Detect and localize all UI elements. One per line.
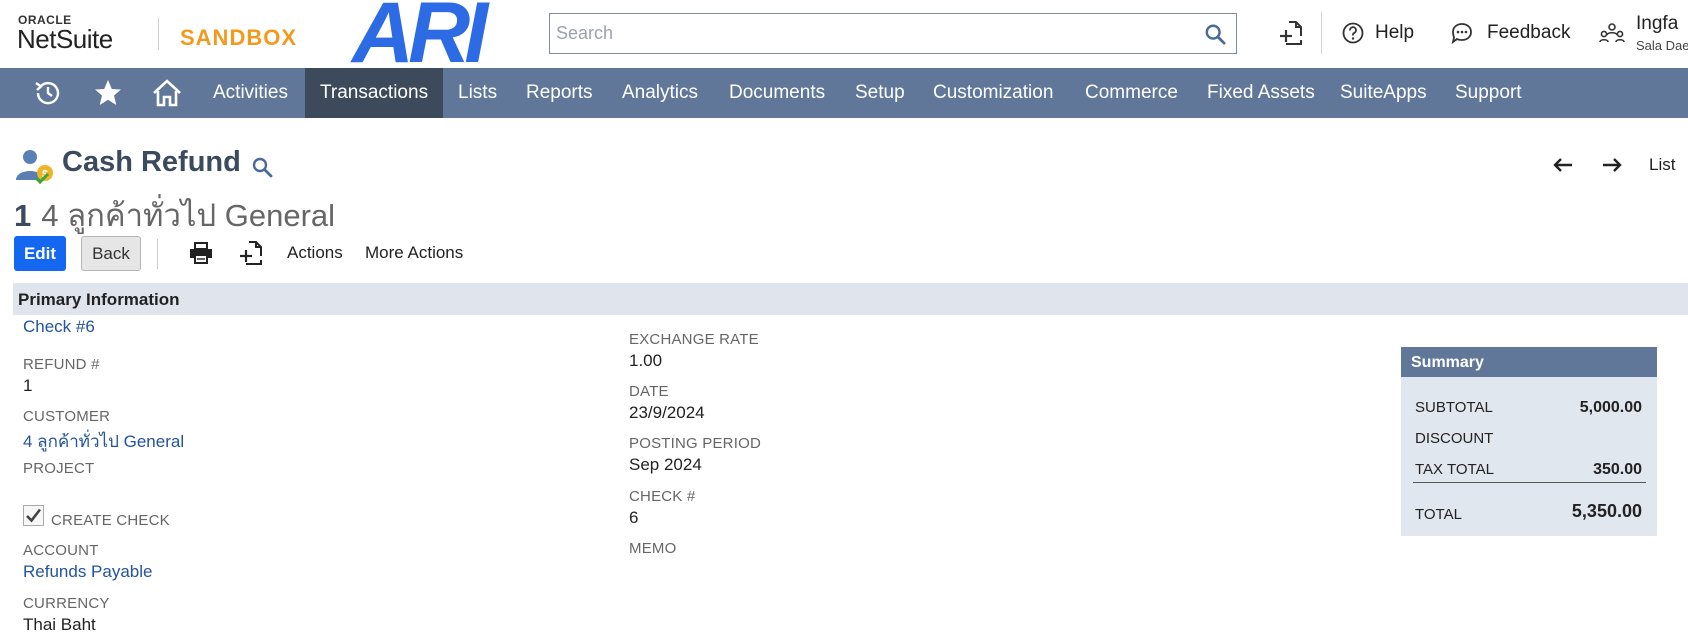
exchange-rate-value: 1.00 xyxy=(629,351,663,370)
recent-records-icon[interactable] xyxy=(33,78,63,108)
check-number-label: CHECK # xyxy=(629,488,696,505)
header-divider xyxy=(1321,12,1322,54)
main-nav: Activities Transactions Lists Reports An… xyxy=(0,68,1688,118)
exchange-rate-label: EXCHANGE RATE xyxy=(629,331,759,348)
total-label: TOTAL xyxy=(1415,506,1462,523)
nav-setup[interactable]: Setup xyxy=(840,68,920,118)
next-record-icon[interactable] xyxy=(1601,154,1623,176)
record-name-prefix: 4 ลูกค้าทั่วไป xyxy=(41,198,217,233)
netsuite-logo-text[interactable]: NetSuite xyxy=(17,24,113,55)
home-icon[interactable] xyxy=(152,78,182,108)
summary-title: Summary xyxy=(1411,354,1484,371)
tax-total-value: 350.00 xyxy=(1593,461,1642,478)
currency-label: CURRENCY xyxy=(23,595,110,612)
user-name[interactable]: Ingfa xyxy=(1636,13,1678,35)
nav-transactions[interactable]: Transactions xyxy=(305,68,444,118)
toolbar-divider xyxy=(157,239,158,269)
nav-reports[interactable]: Reports xyxy=(511,68,608,118)
primary-information-section[interactable]: Primary Information xyxy=(13,283,1688,315)
nav-commerce[interactable]: Commerce xyxy=(1070,68,1193,118)
tax-total-label: TAX TOTAL xyxy=(1415,461,1494,478)
check-link[interactable]: Check #6 xyxy=(23,317,95,337)
actions-menu[interactable]: Actions xyxy=(287,243,343,263)
summary-header: Summary xyxy=(1401,347,1657,377)
sandbox-badge: SANDBOX xyxy=(180,25,298,50)
record-number: 1 xyxy=(14,198,32,233)
nav-suiteapps[interactable]: SuiteApps xyxy=(1325,68,1442,118)
global-search[interactable] xyxy=(549,13,1237,54)
create-check-label: CREATE CHECK xyxy=(51,512,170,529)
discount-label: DISCOUNT xyxy=(1415,430,1494,447)
star-icon[interactable] xyxy=(93,78,123,108)
section-title: Primary Information xyxy=(18,290,180,309)
edit-button[interactable]: Edit xyxy=(14,236,66,271)
account-link[interactable]: Refunds Payable xyxy=(23,562,152,582)
posting-period-label: POSTING PERIOD xyxy=(629,435,761,452)
search-input[interactable] xyxy=(550,14,1170,53)
currency-value: Thai Baht xyxy=(23,615,96,634)
search-icon[interactable] xyxy=(251,156,273,178)
search-icon[interactable] xyxy=(1204,23,1226,45)
project-label: PROJECT xyxy=(23,460,95,477)
nav-activities[interactable]: Activities xyxy=(198,68,303,118)
refund-number-label: REFUND # xyxy=(23,356,100,373)
subtotal-label: SUBTOTAL xyxy=(1415,399,1493,416)
record-heading: 1 4 ลูกค้าทั่วไป General xyxy=(14,190,335,240)
logo-divider xyxy=(158,18,159,50)
subtotal-value: 5,000.00 xyxy=(1579,399,1642,416)
date-label: DATE xyxy=(629,383,669,400)
check-number-value: 6 xyxy=(629,508,639,527)
customer-link[interactable]: 4 ลูกค้าทั่วไป General xyxy=(23,428,184,455)
help-link[interactable]: Help xyxy=(1375,22,1414,44)
refund-number-value: 1 xyxy=(23,376,33,395)
record-name-suffix: General xyxy=(224,198,336,233)
nav-support[interactable]: Support xyxy=(1440,68,1537,118)
feedback-link[interactable]: Feedback xyxy=(1487,22,1570,44)
more-actions-menu[interactable]: More Actions xyxy=(365,243,463,263)
nav-lists[interactable]: Lists xyxy=(443,68,512,118)
help-icon[interactable] xyxy=(1342,22,1364,44)
nav-analytics[interactable]: Analytics xyxy=(607,68,713,118)
create-new-icon[interactable] xyxy=(1280,20,1304,46)
nav-fixed-assets[interactable]: Fixed Assets xyxy=(1192,68,1330,118)
cash-refund-record-icon: $ xyxy=(16,150,53,184)
summary-panel: Summary SUBTOTAL 5,000.00 DISCOUNT TAX T… xyxy=(1401,347,1657,536)
user-roles-icon[interactable] xyxy=(1599,22,1625,46)
customer-label: CUSTOMER xyxy=(23,408,111,425)
total-value: 5,350.00 xyxy=(1571,501,1642,521)
create-check-checkbox xyxy=(23,505,44,526)
posting-period-value: Sep 2024 xyxy=(629,455,702,474)
feedback-icon[interactable] xyxy=(1450,22,1474,44)
account-label: ACCOUNT xyxy=(23,542,99,559)
global-header: ORACLE NetSuite SANDBOX ARI Help Feedbac… xyxy=(0,0,1688,76)
page-title: Cash Refund xyxy=(62,146,241,178)
nav-documents[interactable]: Documents xyxy=(714,68,840,118)
checkmark-icon xyxy=(26,508,42,523)
previous-record-icon[interactable] xyxy=(1552,154,1574,176)
date-value: 23/9/2024 xyxy=(629,403,705,422)
print-icon[interactable] xyxy=(189,242,213,264)
back-button[interactable]: Back xyxy=(81,236,141,271)
nav-customization[interactable]: Customization xyxy=(918,68,1068,118)
memo-label: MEMO xyxy=(629,540,677,557)
user-subsidiary: Sala Dae xyxy=(1636,38,1688,53)
company-logo: ARI xyxy=(352,0,488,81)
summary-divider xyxy=(1413,482,1646,483)
make-copy-icon[interactable] xyxy=(240,240,264,266)
list-link[interactable]: List xyxy=(1649,155,1675,175)
